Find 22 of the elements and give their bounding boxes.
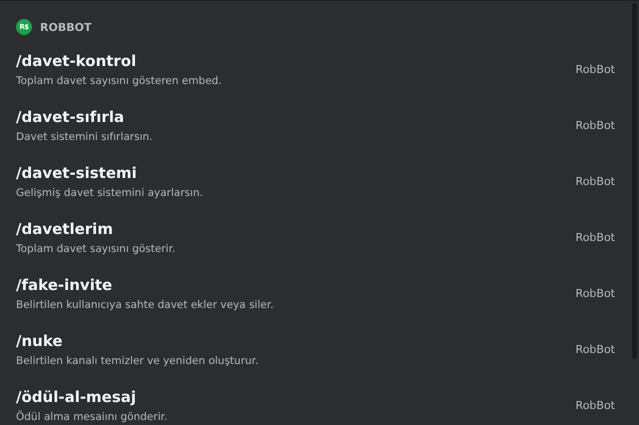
command-source: RobBot [576,62,615,76]
command-source: RobBot [576,174,615,188]
command-description: Ödül alma mesaiını gönderir. [16,410,168,422]
command-name[interactable]: /ödül-al-mesaj [16,388,168,406]
app-name: ROBBOT [40,20,92,34]
command-source: RobBot [576,342,615,356]
command-description: Belirtilen kanalı temizler ve yeniden oluşturur. [16,354,258,366]
command-name[interactable]: /fake-invite [16,276,274,294]
command-description: Davet sistemini sıfırlarsın. [16,130,153,142]
command-description: Belirtilen kullanıcıya sahte davet ekler veya siler. [16,298,274,310]
command-name[interactable]: /davetlerim [16,220,176,238]
command-source: RobBot [576,118,615,132]
command-source: RobBot [576,286,615,300]
command-source: RobBot [576,398,615,412]
command-name[interactable]: /davet-kontrol [16,52,222,70]
command-description: Toplam davet sayısını gösterir. [16,242,176,254]
command-name[interactable]: /davet-sistemi [16,164,204,182]
command-name[interactable]: /davet-sıfırla [16,108,153,126]
command-description: Gelişmiş davet sistemini ayarlarsın. [16,186,204,198]
command-source: RobBot [576,230,615,244]
command-description: Toplam davet sayısını gösteren embed. [16,74,222,86]
command-name[interactable]: /nuke [16,332,258,350]
